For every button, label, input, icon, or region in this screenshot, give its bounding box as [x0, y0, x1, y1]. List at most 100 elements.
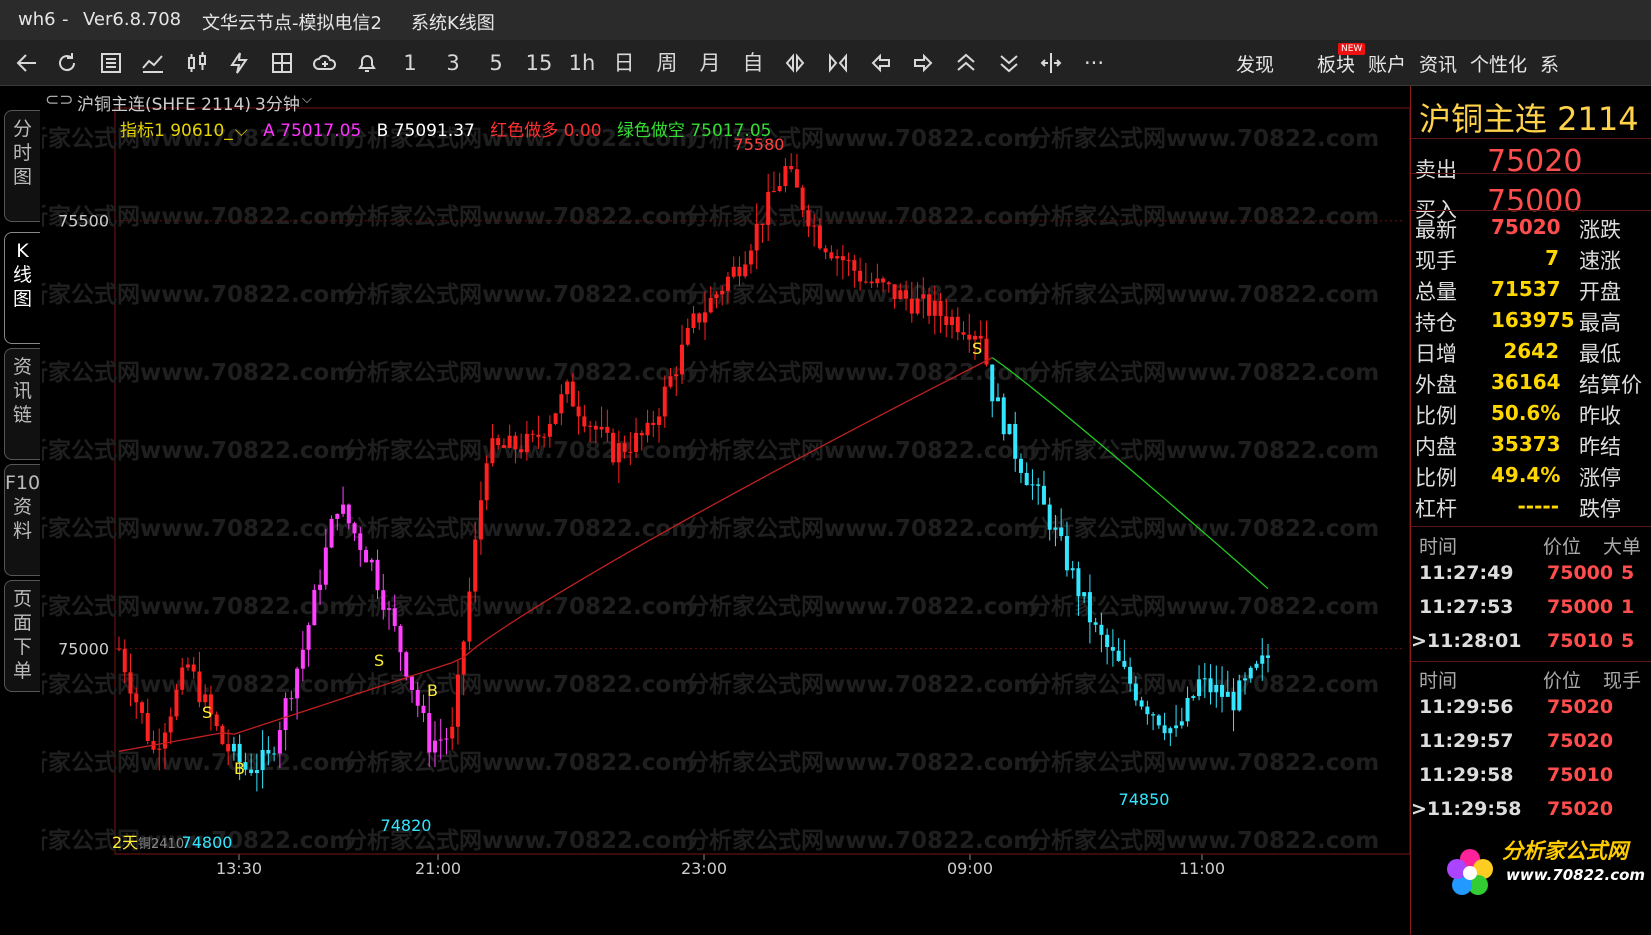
zoom-in-icon[interactable]: [821, 46, 855, 80]
candle-body: [220, 725, 225, 745]
tab-pagedown[interactable]: 页面下单: [4, 580, 40, 692]
candle-body: [484, 463, 489, 501]
candle-body: [657, 416, 662, 425]
candle-body: [387, 608, 392, 610]
candle-body: [886, 282, 891, 285]
period-1[interactable]: 1: [393, 46, 427, 80]
candle-body: [185, 664, 190, 668]
watermark-text: 分析家公式网www.70822.com: [42, 749, 353, 776]
candle-body: [329, 518, 334, 548]
refresh-icon[interactable]: [50, 46, 84, 80]
line-chart-icon[interactable]: [136, 46, 170, 80]
period-day[interactable]: 日: [607, 46, 641, 80]
buy-price[interactable]: 75000: [1487, 184, 1582, 219]
candle-body: [892, 284, 897, 299]
chevron-down-icon[interactable]: ⌵: [302, 92, 312, 107]
low-label-2: 74820: [381, 816, 432, 835]
account-button[interactable]: 账户: [1368, 50, 1406, 77]
candlestick-icon[interactable]: [180, 46, 214, 80]
indicator-name[interactable]: 指标1 90610_: [120, 121, 233, 141]
quote-panel: 沪铜主连 2114 卖出 75020 买入 75000 最新 75020 涨跌 现手 7…: [1410, 86, 1651, 935]
system-button[interactable]: 系: [1540, 50, 1559, 77]
tick-head-vol: 现手: [1603, 670, 1642, 692]
candle-body: [1053, 527, 1058, 530]
discover-button[interactable]: 发现: [1236, 50, 1274, 77]
candle-body: [680, 344, 685, 375]
list-icon[interactable]: [94, 46, 128, 80]
candle-body: [691, 313, 696, 328]
candle-body: [306, 625, 311, 650]
period-1h[interactable]: 1h: [565, 46, 599, 80]
period-selector[interactable]: 3分钟: [255, 90, 300, 115]
candle-body: [226, 744, 231, 752]
left-arrow-icon[interactable]: [864, 46, 898, 80]
candle-body: [1254, 663, 1259, 668]
tab-newschain[interactable]: 资讯链: [4, 348, 40, 460]
cloud-icon[interactable]: [308, 46, 342, 80]
split-icon[interactable]: [1034, 46, 1068, 80]
candle-body: [1087, 592, 1092, 623]
y-tick-label: 75500: [58, 212, 109, 231]
candle-body: [162, 732, 167, 749]
candle-body: [490, 438, 495, 464]
candle-body: [409, 676, 414, 691]
watermark-text: 分析家公式网www.70822.com: [344, 515, 695, 542]
tab-f10[interactable]: F10 资料: [4, 464, 40, 576]
tab-timeshare[interactable]: 分时图: [4, 110, 40, 222]
low-label-3: 74850: [1119, 790, 1170, 809]
period-week[interactable]: 周: [650, 46, 684, 80]
candle-body: [869, 281, 874, 284]
candle-body: [1185, 697, 1190, 722]
candle-body: [582, 416, 587, 427]
candle-body: [611, 432, 616, 463]
candle-body: [921, 294, 926, 299]
zoom-out-icon[interactable]: [778, 46, 812, 80]
link-icon[interactable]: ⊂⊃: [45, 90, 74, 110]
watermark-text: 分析家公式网www.70822.com: [344, 359, 695, 386]
candle-body: [1260, 655, 1265, 664]
candle-body: [783, 165, 788, 186]
quote-title: 沪铜主连 2114: [1419, 100, 1639, 138]
indicator-a: A 75017.05: [263, 121, 362, 141]
candle-body: [289, 698, 294, 700]
lightning-icon[interactable]: [222, 46, 256, 80]
quote-label: 总量: [1415, 280, 1457, 304]
back-arrow-icon[interactable]: [10, 46, 44, 80]
candle-body: [283, 698, 288, 731]
candle-body: [634, 432, 639, 452]
signal-s: S: [202, 703, 212, 722]
right-arrow-icon[interactable]: [906, 46, 940, 80]
candle-body: [507, 435, 512, 448]
candle-body: [249, 769, 254, 774]
period-15[interactable]: 15: [522, 46, 556, 80]
candle-body: [674, 374, 679, 377]
candle-body: [846, 260, 851, 262]
grid-icon[interactable]: [265, 46, 299, 80]
period-3[interactable]: 3: [436, 46, 470, 80]
personalize-button[interactable]: 个性化: [1470, 50, 1527, 77]
candle-body: [812, 225, 817, 227]
candle-body: [1266, 655, 1270, 658]
kline-chart[interactable]: 分析家公式网www.70822.com 分析家公式网www.70822.com 分析…: [42, 86, 1410, 935]
period-custom[interactable]: 自: [736, 46, 770, 80]
candle-body: [214, 714, 219, 726]
quote-value: 71537: [1491, 277, 1561, 301]
news-button[interactable]: 资讯: [1419, 50, 1457, 77]
tab-kline[interactable]: K线图: [4, 232, 40, 344]
chevron-down-icon[interactable]: ⌵: [235, 121, 248, 141]
up-chevron-icon[interactable]: [949, 46, 983, 80]
candle-body: [1122, 660, 1127, 667]
period-5[interactable]: 5: [479, 46, 513, 80]
candle-body: [1024, 472, 1029, 486]
period-month[interactable]: 月: [693, 46, 727, 80]
candle-body: [955, 316, 960, 333]
more-icon[interactable]: ···: [1077, 46, 1111, 80]
down-chevron-icon[interactable]: [992, 46, 1026, 80]
candle-body: [168, 716, 173, 733]
candle-body: [875, 278, 880, 284]
candle-body: [381, 590, 386, 610]
candle-body: [542, 436, 547, 438]
candle-body: [341, 504, 346, 514]
candle-body: [995, 397, 1000, 402]
bell-icon[interactable]: [350, 46, 384, 80]
